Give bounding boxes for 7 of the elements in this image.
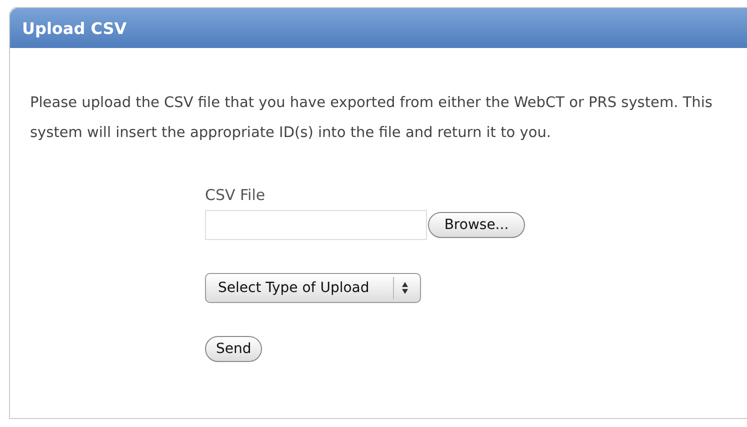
file-field[interactable] xyxy=(205,210,427,240)
intro-text: Please upload the CSV file that you have exported from either the WebCT or PRS system. This system will insert the appropriate ID(s) into the file and return it to you. xyxy=(30,94,714,143)
upload-type-select[interactable]: Select Type of Upload xyxy=(205,273,421,303)
send-button[interactable]: Send xyxy=(205,336,262,362)
file-label: CSV File xyxy=(205,186,266,204)
browse-button[interactable]: Browse... xyxy=(428,212,525,238)
panel-title: Upload CSV xyxy=(22,18,127,38)
